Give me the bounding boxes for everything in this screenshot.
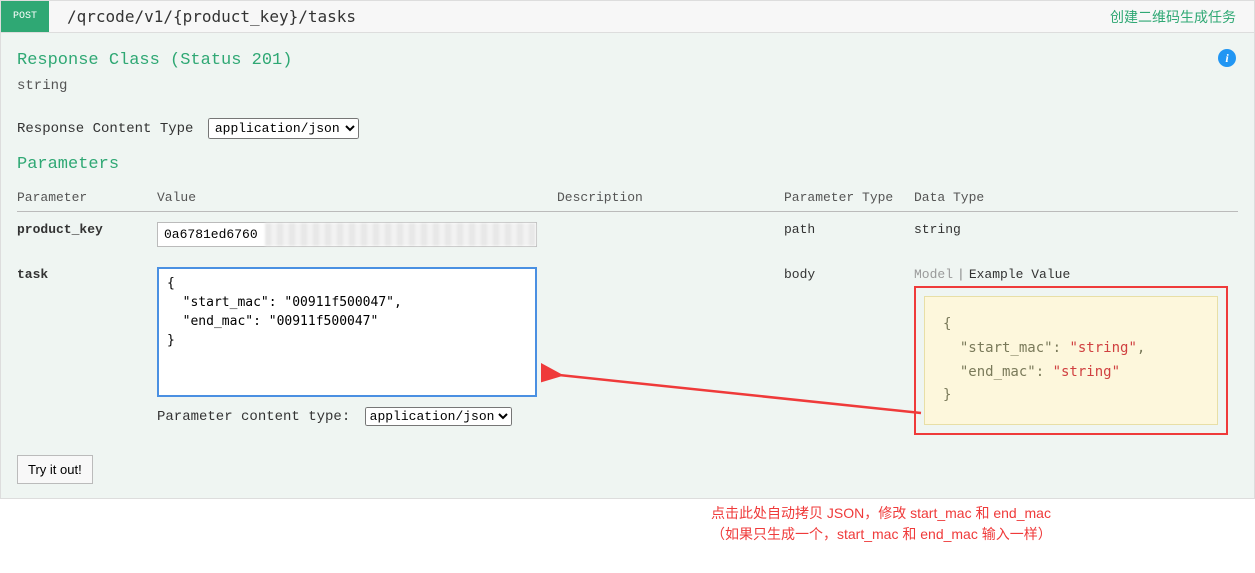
http-method-badge: POST <box>1 1 49 32</box>
parameters-table: Parameter Value Description Parameter Ty… <box>17 184 1238 445</box>
path-segment: /tasks <box>298 7 356 26</box>
tab-example-value[interactable]: Example Value <box>969 267 1070 282</box>
path-param: {product_key} <box>173 7 298 26</box>
param-type: path <box>784 212 914 258</box>
param-description <box>557 257 784 445</box>
task-body-textarea[interactable] <box>157 267 537 397</box>
tab-model[interactable]: Model <box>914 267 953 282</box>
param-value-cell <box>157 212 557 258</box>
operation-header[interactable]: POST /qrcode/v1/{product_key}/tasks 创建二维… <box>1 1 1254 33</box>
endpoint-path: /qrcode/v1/{product_key}/tasks <box>49 7 1110 26</box>
table-row: task Parameter content type: application… <box>17 257 1238 445</box>
col-header-value: Value <box>157 184 557 212</box>
param-name: task <box>17 257 157 445</box>
param-value-cell: Parameter content type: application/json <box>157 257 557 445</box>
product-key-input[interactable] <box>157 222 537 247</box>
col-header-param-type: Parameter Type <box>784 184 914 212</box>
response-content-type-select[interactable]: application/json <box>208 118 359 139</box>
annotation-line2: （如果只生成一个，start_mac 和 end_mac 输入一样） <box>711 524 1052 545</box>
operation-content: i Response Class (Status 201) string Res… <box>1 33 1254 498</box>
example-json: { "start_mac": "string", "end_mac": "str… <box>924 296 1218 425</box>
param-type: body <box>784 257 914 445</box>
param-name: product_key <box>17 212 157 258</box>
parameters-title: Parameters <box>17 155 1238 174</box>
table-row: product_key path string <box>17 212 1238 258</box>
param-data-type: string <box>914 212 1238 258</box>
col-header-parameter: Parameter <box>17 184 157 212</box>
response-content-type-label: Response Content Type <box>17 121 193 137</box>
param-data-type-cell: Model|Example Value { "start_mac": "stri… <box>914 257 1238 445</box>
param-content-type-label: Parameter content type: <box>157 409 350 425</box>
response-class-title: Response Class (Status 201) <box>17 51 1238 70</box>
param-content-type-row: Parameter content type: application/json <box>157 401 547 426</box>
tab-separator: | <box>953 267 969 282</box>
response-type: string <box>17 78 1238 94</box>
col-header-data-type: Data Type <box>914 184 1238 212</box>
info-icon[interactable]: i <box>1218 49 1236 67</box>
annotation-text: 点击此处自动拷贝 JSON，修改 start_mac 和 end_mac （如果… <box>711 503 1052 545</box>
api-operation-panel: POST /qrcode/v1/{product_key}/tasks 创建二维… <box>0 0 1255 499</box>
annotation-line1: 点击此处自动拷贝 JSON，修改 start_mac 和 end_mac <box>711 503 1052 524</box>
param-description <box>557 212 784 258</box>
path-segment: /qrcode/v1/ <box>67 7 173 26</box>
param-content-type-select[interactable]: application/json <box>365 407 512 426</box>
example-value-box[interactable]: { "start_mac": "string", "end_mac": "str… <box>914 286 1228 435</box>
col-header-description: Description <box>557 184 784 212</box>
schema-tabs: Model|Example Value <box>914 267 1228 282</box>
operation-summary: 创建二维码生成任务 <box>1110 7 1254 27</box>
response-content-type-row: Response Content Type application/json <box>17 118 1238 139</box>
try-it-out-button[interactable]: Try it out! <box>17 455 93 484</box>
